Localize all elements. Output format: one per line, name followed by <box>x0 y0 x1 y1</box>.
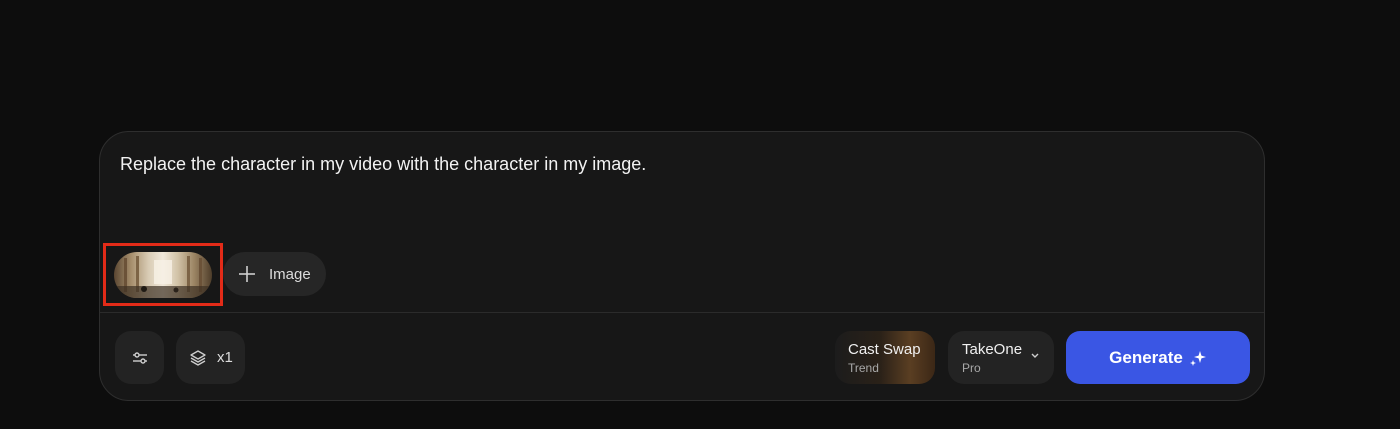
chevron-down-icon <box>1031 353 1039 358</box>
output-count-button[interactable]: x1 <box>176 331 245 384</box>
add-image-button[interactable]: Image <box>223 252 326 296</box>
generate-label: Generate <box>1109 347 1183 367</box>
attached-image-thumbnail[interactable] <box>114 252 212 298</box>
output-count-label: x1 <box>217 349 233 366</box>
settings-button[interactable] <box>115 331 164 384</box>
prompt-input[interactable]: Replace the character in my video with t… <box>120 152 1240 176</box>
sparkle-icon <box>1189 350 1206 366</box>
model-selector-cast-swap[interactable]: Cast Swap Trend <box>835 331 935 384</box>
version-tier: Pro <box>962 361 981 375</box>
add-image-label: Image <box>269 265 311 283</box>
model-tag: Trend <box>848 361 879 375</box>
version-name: TakeOne <box>962 341 1023 358</box>
version-selector[interactable]: TakeOne Pro <box>948 331 1054 384</box>
layers-icon <box>190 349 206 366</box>
sliders-icon <box>132 351 147 364</box>
plus-icon <box>239 266 255 282</box>
prompt-composer: Replace the character in my video with t… <box>99 131 1265 401</box>
toolbar-divider <box>100 312 1264 313</box>
thumbnail-scene-icon <box>114 256 212 298</box>
model-name: Cast Swap <box>848 341 921 358</box>
generate-button[interactable]: Generate <box>1066 331 1250 384</box>
